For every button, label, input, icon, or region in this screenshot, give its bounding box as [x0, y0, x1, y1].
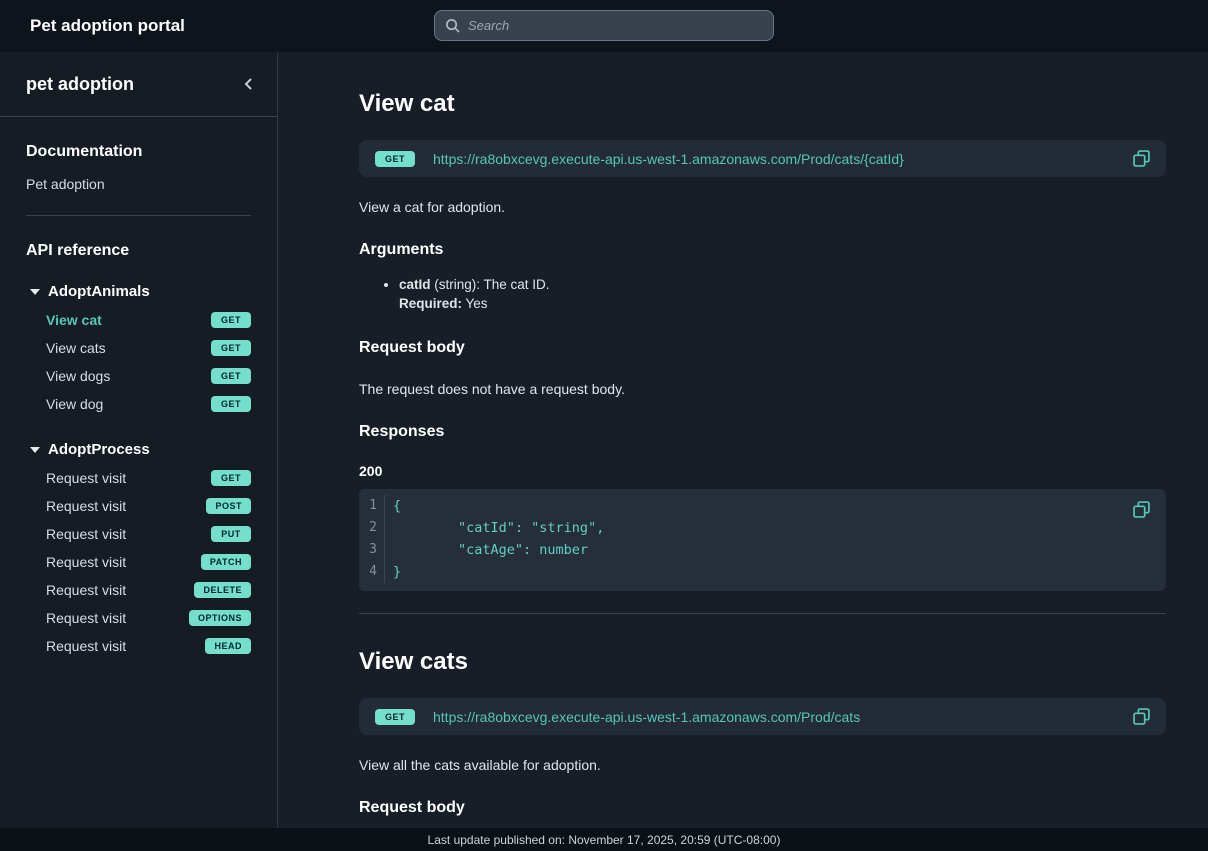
- sidebar-item-view-cat[interactable]: View cat GET: [26, 306, 251, 334]
- sidebar-header: pet adoption: [0, 52, 277, 117]
- method-badge: PUT: [211, 526, 251, 542]
- method-badge: GET: [375, 151, 415, 167]
- endpoint-bar: GET https://ra8obxcevg.execute-api.us-we…: [359, 698, 1166, 735]
- search-icon: [445, 18, 460, 33]
- sidebar-item-request-visit-get[interactable]: Request visit GET: [26, 464, 251, 492]
- search-input[interactable]: [468, 18, 763, 33]
- operation-description: View a cat for adoption.: [359, 199, 1166, 215]
- sidebar-item-request-visit-head[interactable]: Request visit HEAD: [26, 632, 251, 660]
- arguments-heading: Arguments: [359, 241, 1166, 259]
- sidebar-item-view-dogs[interactable]: View dogs GET: [26, 362, 251, 390]
- method-badge: GET: [375, 709, 415, 725]
- footer: Last update published on: November 17, 2…: [0, 828, 1208, 851]
- copy-icon: [1133, 150, 1150, 167]
- argument-item: catId (string): The cat ID. Required: Ye…: [399, 275, 1166, 313]
- endpoint-bar: GET https://ra8obxcevg.execute-api.us-we…: [359, 140, 1166, 177]
- operation-section-view-cats: View cats GET https://ra8obxcevg.execute…: [359, 648, 1166, 828]
- sidebar-divider: [26, 215, 251, 216]
- responses-heading: Responses: [359, 423, 1166, 441]
- code-line-numbers: 1 2 3 4: [359, 495, 385, 583]
- copy-icon: [1133, 501, 1150, 518]
- sidebar-item-request-visit-patch[interactable]: Request visit PATCH: [26, 548, 251, 576]
- request-body-text: The request does not have a request body…: [359, 381, 1166, 397]
- method-badge: DELETE: [194, 582, 251, 598]
- last-update-text: Last update published on: November 17, 2…: [428, 833, 781, 847]
- operation-section-view-cat: View cat GET https://ra8obxcevg.execute-…: [359, 90, 1166, 614]
- page-title: View cat: [359, 90, 1166, 118]
- method-badge: HEAD: [205, 638, 251, 654]
- section-divider: [359, 613, 1166, 614]
- sidebar-item-request-visit-post[interactable]: Request visit POST: [26, 492, 251, 520]
- sidebar-group-adopt-process[interactable]: AdoptProcess: [26, 441, 251, 458]
- chevron-left-icon: [241, 76, 257, 92]
- copy-url-button[interactable]: [1133, 708, 1150, 725]
- method-badge: GET: [211, 368, 251, 384]
- sidebar-item-pet-adoption[interactable]: Pet adoption: [26, 176, 251, 192]
- page-title: View cats: [359, 648, 1166, 676]
- search-box[interactable]: [434, 10, 774, 41]
- code-content: { "catId": "string", "catAge": number }: [385, 495, 1166, 583]
- sidebar-collapse-button[interactable]: [241, 76, 257, 92]
- arguments-list: catId (string): The cat ID. Required: Ye…: [359, 275, 1166, 313]
- method-badge: OPTIONS: [189, 610, 251, 626]
- sidebar-item-request-visit-put[interactable]: Request visit PUT: [26, 520, 251, 548]
- sidebar-group-adopt-animals[interactable]: AdoptAnimals: [26, 283, 251, 300]
- caret-down-icon: [30, 447, 40, 453]
- app-title: Pet adoption portal: [30, 16, 185, 36]
- api-reference-heading: API reference: [26, 242, 251, 260]
- page: Pet adoption portal pet adoption Documen…: [0, 0, 1208, 851]
- sidebar-item-request-visit-options[interactable]: Request visit OPTIONS: [26, 604, 251, 632]
- copy-code-button[interactable]: [1133, 501, 1150, 518]
- response-status-code: 200: [359, 463, 1166, 479]
- sidebar: pet adoption Documentation Pet adoption …: [0, 52, 278, 828]
- sidebar-title: pet adoption: [26, 74, 134, 95]
- method-badge: POST: [206, 498, 251, 514]
- method-badge: GET: [211, 340, 251, 356]
- documentation-heading: Documentation: [26, 143, 251, 161]
- endpoint-url-link[interactable]: https://ra8obxcevg.execute-api.us-west-1…: [433, 709, 860, 725]
- method-badge: GET: [211, 470, 251, 486]
- main-content: View cat GET https://ra8obxcevg.execute-…: [278, 52, 1208, 828]
- sidebar-item-view-cats[interactable]: View cats GET: [26, 334, 251, 362]
- method-badge: PATCH: [201, 554, 251, 570]
- method-badge: GET: [211, 396, 251, 412]
- caret-down-icon: [30, 289, 40, 295]
- sidebar-item-request-visit-delete[interactable]: Request visit DELETE: [26, 576, 251, 604]
- sidebar-item-view-dog[interactable]: View dog GET: [26, 390, 251, 418]
- request-body-heading: Request body: [359, 339, 1166, 357]
- copy-icon: [1133, 708, 1150, 725]
- top-bar: Pet adoption portal: [0, 0, 1208, 52]
- request-body-heading: Request body: [359, 799, 1166, 817]
- endpoint-url-link[interactable]: https://ra8obxcevg.execute-api.us-west-1…: [433, 151, 904, 167]
- method-badge: GET: [211, 312, 251, 328]
- copy-url-button[interactable]: [1133, 150, 1150, 167]
- operation-description: View all the cats available for adoption…: [359, 757, 1166, 773]
- response-code-block: 1 2 3 4 { "catId": "string", "catAge": n…: [359, 489, 1166, 591]
